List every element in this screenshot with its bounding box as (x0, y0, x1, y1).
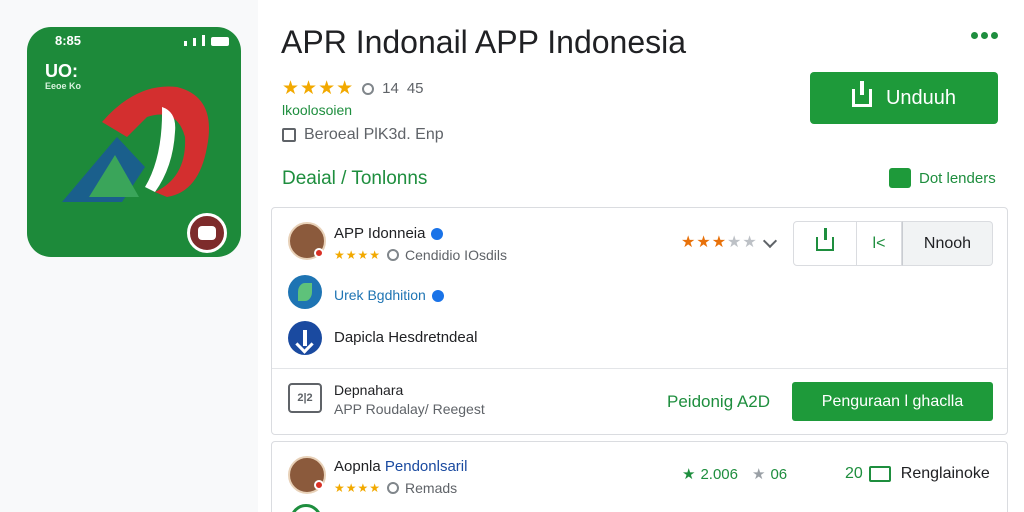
install-button-label: Unduuh (885, 86, 957, 109)
info-icon (431, 290, 444, 303)
app-title: APR Indonail APP Indonesia (281, 24, 687, 60)
card-divider (272, 368, 1007, 369)
link-button[interactable]: l< (857, 221, 902, 266)
document-action-button[interactable]: Penguraan l ghaclla (792, 382, 993, 421)
share-button[interactable] (793, 221, 857, 266)
publisher-subtitle: ★★★★ Cendidio IOsdils (334, 247, 507, 263)
reply-action[interactable]: 20 Renglainoke (845, 465, 990, 483)
reviewer-name-highlight: Pendonlsaril (384, 458, 468, 475)
reviewer-subtitle-text: Remads (405, 480, 458, 496)
left-pane: 8:85 UO: Eeoe Ko (0, 0, 258, 512)
globe-icon (387, 482, 400, 494)
share-icon (816, 227, 834, 251)
globe-icon (362, 82, 375, 95)
avatar-badge (314, 248, 324, 258)
rating-extra: 45 (406, 80, 424, 97)
reviewer-stars-icon: ★★★★ (334, 481, 382, 495)
publisher-stars-icon: ★★★★ (334, 248, 382, 262)
rating-stars-icon: ★★★★ (282, 78, 355, 99)
review-stat-2-text: 06 (770, 465, 788, 483)
document-icon: 2|2 (288, 383, 322, 413)
rating-count: 14 (382, 80, 399, 97)
install-button[interactable]: Unduuh (810, 72, 998, 124)
rating-row: ★★★★ 14 45 (282, 77, 424, 100)
dot-links[interactable]: Dot lenders (889, 168, 996, 188)
publisher-subtitle-text: Cendidio IOsdils (405, 247, 507, 263)
download-circle-icon (288, 321, 322, 355)
avatar-badge (314, 480, 324, 490)
developer-link[interactable]: lkoolosoien (282, 102, 352, 118)
dot-links-label: Dot lenders (919, 169, 996, 187)
review-stat-2: ★ 06 (752, 465, 788, 484)
globe-icon (387, 249, 400, 261)
reviewer-name: Aopnla Pendonlsaril (334, 458, 467, 475)
package-icon (282, 128, 296, 142)
reply-label: Renglainoke (900, 465, 990, 482)
document-price: Peidonig A2D (667, 392, 771, 411)
review-stat-1-text: 2.006 (700, 465, 738, 483)
app-icon-badge (187, 213, 227, 253)
leaf-icon (288, 275, 322, 309)
reviewer-subtitle: ★★★★ Remads (334, 480, 457, 496)
star-icon: ★ (752, 466, 766, 483)
download-icon (851, 81, 872, 107)
link-item-text: Urek Bgdhition (334, 287, 426, 303)
publisher-name-text: APP Idonneia (334, 225, 426, 242)
text-button[interactable]: Nnooh (902, 221, 993, 266)
star-icon: ★ (682, 466, 696, 483)
reply-icon (868, 466, 891, 482)
document-subtitle: APP Roudalay/ Reegest (334, 401, 485, 417)
app-icon: 8:85 UO: Eeoe Ko (27, 27, 241, 257)
more-options-icon[interactable] (971, 32, 998, 39)
reply-count: 20 (845, 465, 863, 482)
reviewer-name-text: Aopnla (334, 458, 381, 475)
review-stat-1: ★ 2.006 (682, 465, 738, 484)
link-item[interactable]: Urek Bgdhition (334, 287, 444, 303)
package-row: Beroeal PlK3d. Enp (282, 126, 444, 144)
document-title: Depnahara (334, 382, 404, 398)
package-name: Beroeal PlK3d. Enp (304, 126, 444, 143)
plain-item: Dapicla Hesdretndeal (334, 329, 478, 346)
verified-icon (431, 228, 444, 241)
user-rating-stars-icon[interactable]: ★★★★★ (681, 232, 758, 252)
breadcrumb[interactable]: Deaial / Tonlonns (282, 168, 427, 190)
publisher-name: APP Idonneia (334, 225, 444, 242)
chat-icon (889, 168, 911, 188)
action-button-group: l< Nnooh (793, 221, 993, 266)
